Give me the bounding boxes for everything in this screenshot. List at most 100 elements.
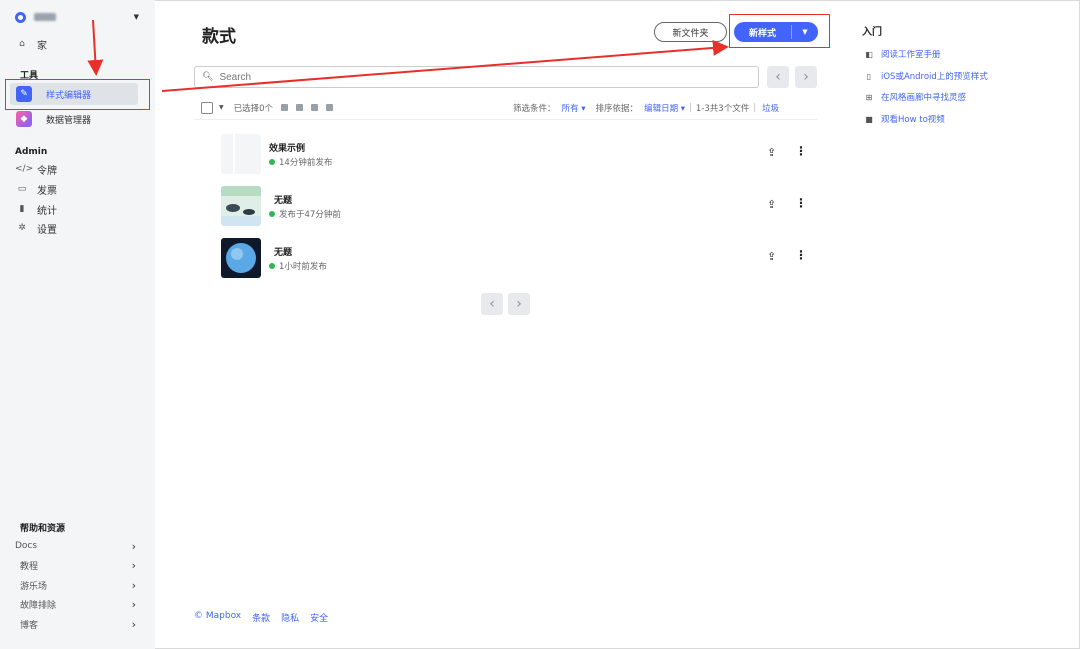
- chevron-right-icon: ›: [131, 578, 136, 592]
- gallery-link[interactable]: ⊞ 在风格画廊中寻找灵感: [863, 91, 967, 104]
- data-manager-icon: ◆: [16, 111, 32, 127]
- copy-icon[interactable]: [296, 104, 304, 111]
- video-link[interactable]: ■ 观看How to视频: [863, 113, 945, 126]
- help-item-label: 教程: [20, 561, 39, 572]
- share-icon[interactable]: ⇪: [767, 198, 776, 211]
- help-item-label: 博客: [20, 620, 39, 631]
- help-item-tutorials[interactable]: 教程 ›: [20, 558, 136, 572]
- style-thumbnail: [221, 186, 261, 226]
- manual-link[interactable]: ◧ 阅读工作室手册: [863, 48, 940, 61]
- sidebar-item-home[interactable]: ⌂ 家: [15, 37, 47, 52]
- preview-link[interactable]: ▯ iOS或Android上的预览样式: [863, 70, 988, 83]
- sidebar-item-stats[interactable]: ▮ 统计: [15, 202, 57, 217]
- style-row[interactable]: 无题 1小时前发布 ⇪ ⋮: [221, 238, 811, 278]
- new-folder-button[interactable]: 新文件夹: [654, 22, 727, 42]
- style-name[interactable]: 无题: [274, 193, 292, 206]
- search-icon: 🔍︎: [202, 72, 214, 82]
- published-dot: [269, 159, 275, 165]
- link-label: 在风格画廊中寻找灵感: [881, 93, 967, 103]
- copyright-link[interactable]: © Mapbox: [194, 611, 241, 624]
- sidebar-item-data-manager[interactable]: ◆ 数据管理器: [10, 108, 138, 130]
- help-item-blog[interactable]: 博客 ›: [20, 617, 136, 631]
- style-name[interactable]: 效果示例: [269, 141, 305, 154]
- phone-icon: ▯: [866, 71, 872, 81]
- stats-icon: ▮: [19, 204, 25, 214]
- code-icon: </>: [15, 164, 34, 174]
- help-section-title: 帮助和资源: [20, 524, 66, 534]
- search-input[interactable]: [219, 71, 720, 83]
- sidebar-item-label: 家: [37, 40, 47, 52]
- security-link[interactable]: 安全: [310, 611, 328, 624]
- chevron-right-icon: ›: [131, 597, 136, 611]
- getting-started-title: 入门: [862, 27, 882, 38]
- link-label: iOS或Android上的预览样式: [881, 72, 988, 82]
- footer: © Mapbox 条款 隐私 安全: [194, 611, 328, 624]
- trash-icon[interactable]: [326, 104, 334, 111]
- book-icon: ◧: [865, 49, 873, 59]
- folder-icon[interactable]: [281, 104, 289, 111]
- next-page-button[interactable]: ›: [795, 66, 817, 88]
- list-next-page-button[interactable]: ›: [508, 293, 530, 315]
- filter-dropdown[interactable]: 所有 ▾: [562, 102, 586, 114]
- more-options-icon[interactable]: ⋮: [795, 196, 807, 210]
- video-icon: ■: [865, 114, 873, 124]
- sidebar-item-invoices[interactable]: ▭ 发票: [15, 182, 57, 197]
- help-item-troubleshooting[interactable]: 故障排除 ›: [20, 597, 136, 611]
- filter-label: 筛选条件：: [513, 103, 556, 114]
- account-name-redacted: [34, 13, 56, 21]
- gear-icon: ✲: [18, 223, 26, 233]
- more-options-icon[interactable]: ⋮: [795, 144, 807, 158]
- style-row[interactable]: 无题 发布于47分钟前 ⇪ ⋮: [221, 186, 811, 226]
- lock-icon[interactable]: [311, 104, 319, 111]
- help-item-label: 游乐场: [20, 581, 48, 592]
- sidebar-item-tokens[interactable]: </> 令牌: [15, 162, 57, 177]
- help-item-label: 故障排除: [20, 600, 57, 611]
- share-icon[interactable]: ⇪: [767, 250, 776, 263]
- file-count: 1-3共3个文件: [695, 103, 750, 114]
- published-dot: [269, 211, 275, 217]
- sort-label: 排序依据：: [595, 103, 639, 114]
- chevron-right-icon: ›: [131, 617, 136, 631]
- style-row[interactable]: 效果示例 14分钟前发布 ⇪ ⋮: [221, 134, 811, 174]
- account-avatar: [15, 11, 26, 23]
- filter-value: 所有: [561, 103, 579, 114]
- sidebar-item-settings[interactable]: ✲ 设置: [15, 221, 57, 236]
- sidebar-item-label: 发票: [37, 185, 57, 197]
- style-name[interactable]: 无题: [274, 245, 292, 258]
- admin-section-title: Admin: [15, 147, 48, 157]
- chevron-down-icon: ▼: [133, 13, 139, 21]
- help-item-label: Docs: [15, 541, 38, 551]
- sort-dropdown[interactable]: 编辑日期 ▾: [644, 102, 685, 114]
- annotation-box-style-editor: [5, 79, 150, 110]
- select-all-checkbox[interactable]: [201, 101, 213, 114]
- style-thumbnail: [221, 238, 261, 278]
- help-item-playground[interactable]: 游乐场 ›: [20, 578, 136, 592]
- chevron-right-icon: ›: [131, 539, 136, 553]
- style-thumbnail: [221, 134, 261, 174]
- divider: |: [689, 102, 692, 113]
- status-text: 14分钟前发布: [279, 158, 333, 168]
- list-prev-page-button[interactable]: ‹: [481, 293, 503, 315]
- invoice-icon: ▭: [17, 184, 27, 194]
- home-icon: ⌂: [19, 39, 25, 49]
- status-text: 发布于47分钟前: [279, 210, 341, 220]
- trash-link[interactable]: 垃圾: [762, 102, 779, 114]
- select-menu-caret[interactable]: ▼: [219, 104, 224, 111]
- selected-count: 已选择0个: [233, 103, 274, 114]
- published-dot: [269, 263, 275, 269]
- sort-value: 编辑日期: [644, 103, 679, 114]
- gallery-icon: ⊞: [865, 92, 873, 102]
- chevron-right-icon: ›: [131, 558, 136, 572]
- sidebar-item-label: 统计: [37, 205, 57, 217]
- terms-link[interactable]: 条款: [252, 611, 270, 624]
- privacy-link[interactable]: 隐私: [281, 611, 299, 624]
- style-status: 1小时前发布: [269, 260, 327, 272]
- page-title: 款式: [202, 27, 236, 47]
- divider: |: [753, 102, 757, 113]
- help-item-docs[interactable]: Docs ›: [15, 539, 136, 553]
- share-icon[interactable]: ⇪: [767, 146, 776, 159]
- account-switcher[interactable]: ▼: [15, 10, 139, 24]
- more-options-icon[interactable]: ⋮: [795, 248, 807, 262]
- link-label: 观看How to视频: [881, 115, 945, 125]
- prev-page-button[interactable]: ‹: [767, 66, 789, 88]
